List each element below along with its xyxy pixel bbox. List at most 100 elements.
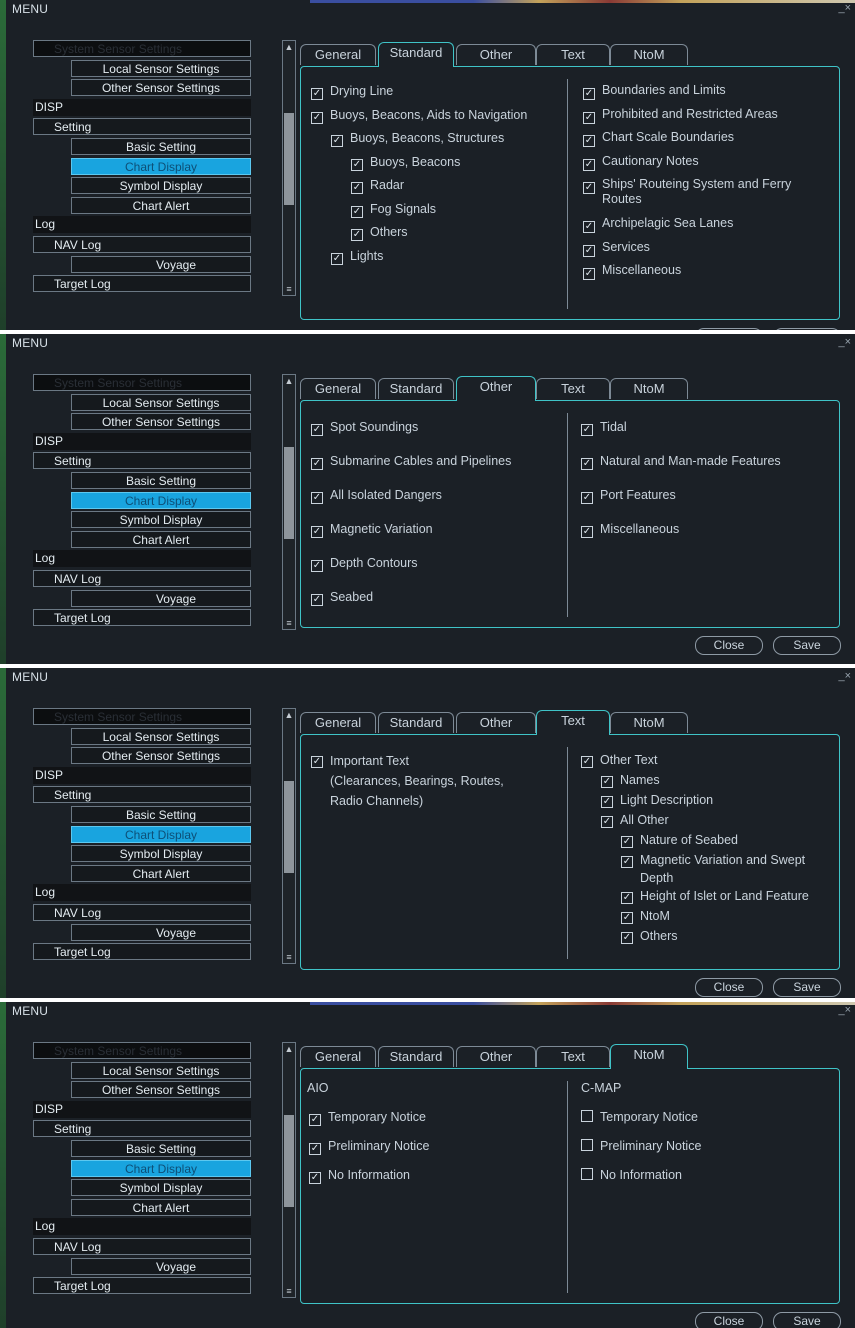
right-option[interactable]: Cautionary Notes xyxy=(583,154,699,171)
menu-scrollbar[interactable]: ▲ ≡ xyxy=(282,40,296,296)
checkbox-icon[interactable] xyxy=(311,492,323,504)
checkbox-icon[interactable] xyxy=(351,182,363,194)
left-option[interactable]: Buoys, Beacons, Aids to Navigation xyxy=(311,107,527,124)
right-option[interactable]: Light Description xyxy=(601,791,713,809)
save-button[interactable]: Save xyxy=(773,636,841,655)
left-option[interactable]: Magnetic Variation xyxy=(311,521,433,538)
right-option[interactable]: Prohibited and Restricted Areas xyxy=(583,107,778,124)
scroll-down-icon[interactable]: ≡ xyxy=(284,617,294,629)
checkbox-icon[interactable] xyxy=(621,932,633,944)
checkbox-icon[interactable] xyxy=(581,1168,593,1180)
menu-item[interactable]: Setting xyxy=(33,452,251,470)
scroll-up-icon[interactable]: ▲ xyxy=(284,1043,294,1055)
right-option[interactable]: Magnetic Variation and SweptDepth xyxy=(621,851,805,887)
menu-item[interactable]: Basic Setting xyxy=(71,472,251,489)
left-option[interactable]: Others xyxy=(351,224,408,241)
tab-standard[interactable]: Standard xyxy=(378,378,454,399)
menu-item[interactable]: Voyage xyxy=(71,589,251,607)
right-option[interactable]: Height of Islet or Land Feature xyxy=(621,887,809,905)
tab-ntom[interactable]: NtoM xyxy=(610,1044,688,1069)
tab-standard[interactable]: Standard xyxy=(378,1046,454,1067)
checkbox-icon[interactable] xyxy=(581,756,593,768)
left-option[interactable]: No Information xyxy=(309,1167,410,1184)
menu-tree[interactable]: System Sensor Settings Local Sensor Setti… xyxy=(33,1042,296,1298)
left-option[interactable]: Depth Contours xyxy=(311,555,418,572)
right-option[interactable]: Ships' Routeing System and FerryRoutes xyxy=(583,177,791,207)
menu-tree[interactable]: System Sensor Settings Local Sensor Setti… xyxy=(33,374,296,630)
menu-scrollbar[interactable]: ▲ ≡ xyxy=(282,708,296,964)
checkbox-icon[interactable] xyxy=(309,1114,321,1126)
right-option[interactable]: Tidal xyxy=(581,419,627,436)
checkbox-icon[interactable] xyxy=(311,458,323,470)
left-option[interactable]: Buoys, Beacons xyxy=(351,154,460,171)
menu-item[interactable]: DISP xyxy=(33,98,251,116)
left-option[interactable]: Drying Line xyxy=(311,83,393,100)
left-option[interactable]: Buoys, Beacons, Structures xyxy=(331,130,504,147)
checkbox-icon[interactable] xyxy=(621,892,633,904)
save-button[interactable]: Save xyxy=(773,1312,841,1328)
menu-scrollbar[interactable]: ▲ ≡ xyxy=(282,1042,296,1298)
menu-item[interactable]: NAV Log xyxy=(33,1238,251,1255)
tab-general[interactable]: General xyxy=(300,378,376,399)
left-option[interactable]: Seabed xyxy=(311,589,373,606)
tab-general[interactable]: General xyxy=(300,1046,376,1067)
checkbox-icon[interactable] xyxy=(311,88,323,100)
right-option[interactable]: Miscellaneous xyxy=(581,521,679,538)
menu-item[interactable]: Symbol Display xyxy=(71,511,251,529)
menu-item[interactable]: Voyage xyxy=(71,923,251,941)
right-option[interactable]: All Other xyxy=(601,811,669,829)
checkbox-icon[interactable] xyxy=(351,205,363,218)
right-option[interactable]: NtoM xyxy=(621,907,670,925)
tab-text[interactable]: Text xyxy=(536,710,610,735)
tab-text[interactable]: Text xyxy=(536,44,610,65)
right-option[interactable]: Other Text xyxy=(581,751,657,769)
checkbox-icon[interactable] xyxy=(583,244,595,257)
tab-general[interactable]: General xyxy=(300,712,376,733)
left-option[interactable]: Submarine Cables and Pipelines xyxy=(311,453,511,470)
scroll-up-icon[interactable]: ▲ xyxy=(284,709,294,721)
menu-item[interactable]: System Sensor Settings xyxy=(33,708,251,725)
right-option[interactable]: Boundaries and Limits xyxy=(583,83,726,100)
checkbox-icon[interactable] xyxy=(309,1143,321,1155)
menu-item[interactable]: Chart Display xyxy=(71,825,251,843)
menu-item[interactable]: Symbol Display xyxy=(71,177,251,195)
menu-item[interactable]: Other Sensor Settings xyxy=(71,1081,251,1099)
menu-item[interactable]: Log xyxy=(33,1218,251,1236)
menu-item[interactable]: Setting xyxy=(33,786,251,804)
menu-item[interactable]: DISP xyxy=(33,766,251,784)
tab-ntom[interactable]: NtoM xyxy=(610,378,688,399)
tab-other[interactable]: Other xyxy=(456,376,536,401)
menu-item[interactable]: Target Log xyxy=(33,943,251,961)
scroll-thumb[interactable] xyxy=(284,781,294,873)
menu-scrollbar[interactable]: ▲ ≡ xyxy=(282,374,296,630)
menu-item[interactable]: Basic Setting xyxy=(71,138,251,155)
checkbox-icon[interactable] xyxy=(583,111,595,124)
checkbox-icon[interactable] xyxy=(621,856,633,868)
scroll-down-icon[interactable]: ≡ xyxy=(284,951,294,963)
menu-item[interactable]: Chart Alert xyxy=(71,530,251,548)
close-icon[interactable]: _× xyxy=(838,1004,851,1016)
checkbox-icon[interactable] xyxy=(583,221,595,233)
menu-item[interactable]: Local Sensor Settings xyxy=(71,1061,251,1079)
right-option[interactable]: Preliminary Notice xyxy=(581,1138,701,1154)
left-option[interactable]: Important Text(Clearances, Bearings, Rou… xyxy=(311,751,504,811)
menu-item[interactable]: System Sensor Settings xyxy=(33,374,251,391)
menu-tree[interactable]: System Sensor Settings Local Sensor Setti… xyxy=(33,40,296,296)
menu-item[interactable]: Chart Alert xyxy=(71,196,251,214)
menu-item[interactable]: Local Sensor Settings xyxy=(71,393,251,411)
menu-item[interactable]: Other Sensor Settings xyxy=(71,413,251,431)
close-button[interactable]: Close xyxy=(695,636,763,655)
close-button[interactable]: Close xyxy=(695,328,763,330)
tab-ntom[interactable]: NtoM xyxy=(610,712,688,733)
left-option[interactable]: Lights xyxy=(331,248,383,265)
checkbox-icon[interactable] xyxy=(583,88,595,100)
checkbox-icon[interactable] xyxy=(311,111,323,124)
menu-item[interactable]: Symbol Display xyxy=(71,1179,251,1197)
checkbox-icon[interactable] xyxy=(351,158,363,171)
left-option[interactable]: Temporary Notice xyxy=(309,1109,426,1126)
checkbox-icon[interactable] xyxy=(351,229,363,241)
menu-item[interactable]: Other Sensor Settings xyxy=(71,79,251,97)
close-button[interactable]: Close xyxy=(695,978,763,997)
right-option[interactable]: Port Features xyxy=(581,487,676,504)
checkbox-icon[interactable] xyxy=(583,268,595,280)
